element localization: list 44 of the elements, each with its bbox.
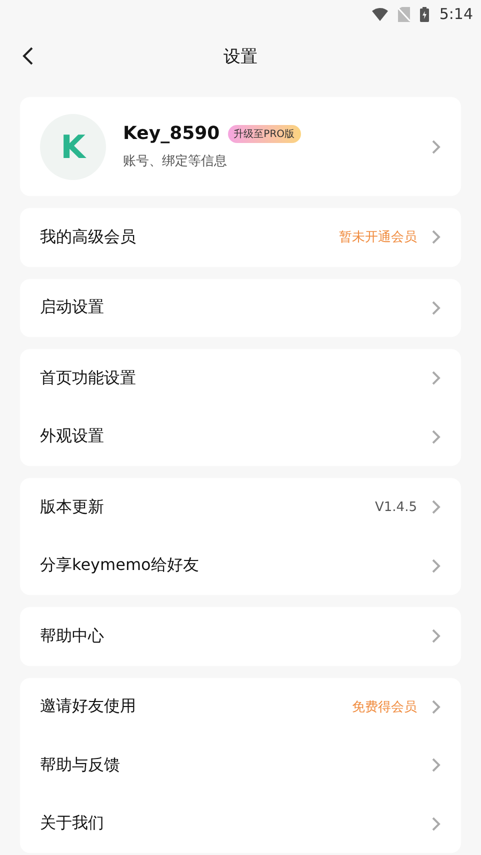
- settings-row[interactable]: 关于我们: [20, 794, 461, 853]
- row-label: 外观设置: [40, 426, 105, 448]
- chevron-right-icon: [431, 428, 441, 445]
- user-name: Key_8590: [123, 123, 220, 144]
- chevron-right-icon: [431, 816, 441, 832]
- row-label: 邀请好友使用: [40, 696, 137, 718]
- row-label: 我的高级会员: [40, 226, 137, 248]
- row-label: 首页功能设置: [40, 368, 137, 389]
- chevron-right-icon: [431, 370, 441, 386]
- settings-row[interactable]: 首页功能设置: [20, 349, 461, 408]
- settings-row[interactable]: 邀请好友使用 免费得会员: [20, 678, 461, 736]
- settings-row[interactable]: 版本更新 V1.4.5: [20, 478, 461, 536]
- row-value: 暂未开通会员: [339, 229, 417, 246]
- account-subtitle: 账号、绑定等信息: [123, 153, 227, 170]
- row-label: 关于我们: [40, 813, 105, 834]
- row-label: 启动设置: [40, 297, 105, 318]
- row-label: 帮助中心: [40, 626, 105, 647]
- status-time: 5:14: [439, 5, 473, 23]
- wifi-icon: [372, 8, 388, 20]
- chevron-right-icon: [431, 499, 441, 516]
- settings-row[interactable]: 帮助与反馈: [20, 736, 461, 794]
- chevron-right-icon: [431, 757, 441, 774]
- chevron-right-icon: [431, 628, 441, 644]
- chevron-right-icon: [431, 300, 441, 316]
- row-label: 帮助与反馈: [40, 754, 121, 776]
- settings-row[interactable]: 我的高级会员 暂未开通会员: [20, 208, 461, 266]
- settings-row[interactable]: 外观设置: [20, 408, 461, 466]
- row-value: V1.4.5: [375, 500, 417, 515]
- row-value: 免费得会员: [352, 698, 417, 716]
- avatar: K: [40, 114, 106, 180]
- row-label: 版本更新: [40, 496, 105, 518]
- settings-row[interactable]: 分享keymemo给好友: [20, 536, 461, 595]
- chevron-right-icon: [431, 138, 441, 154]
- settings-row[interactable]: 启动设置: [20, 278, 461, 337]
- chevron-right-icon: [431, 698, 441, 715]
- battery-icon: [420, 6, 430, 22]
- page-title: 设置: [224, 46, 258, 68]
- profile-card[interactable]: K Key_8590 升级至PRO版 账号、绑定等信息: [20, 97, 461, 196]
- row-label: 分享keymemo给好友: [40, 555, 200, 576]
- pro-badge[interactable]: 升级至PRO版: [228, 124, 301, 142]
- settings-row[interactable]: 帮助中心: [20, 607, 461, 666]
- no-sim-icon: [398, 6, 410, 22]
- chevron-right-icon: [431, 558, 441, 574]
- chevron-right-icon: [431, 229, 441, 246]
